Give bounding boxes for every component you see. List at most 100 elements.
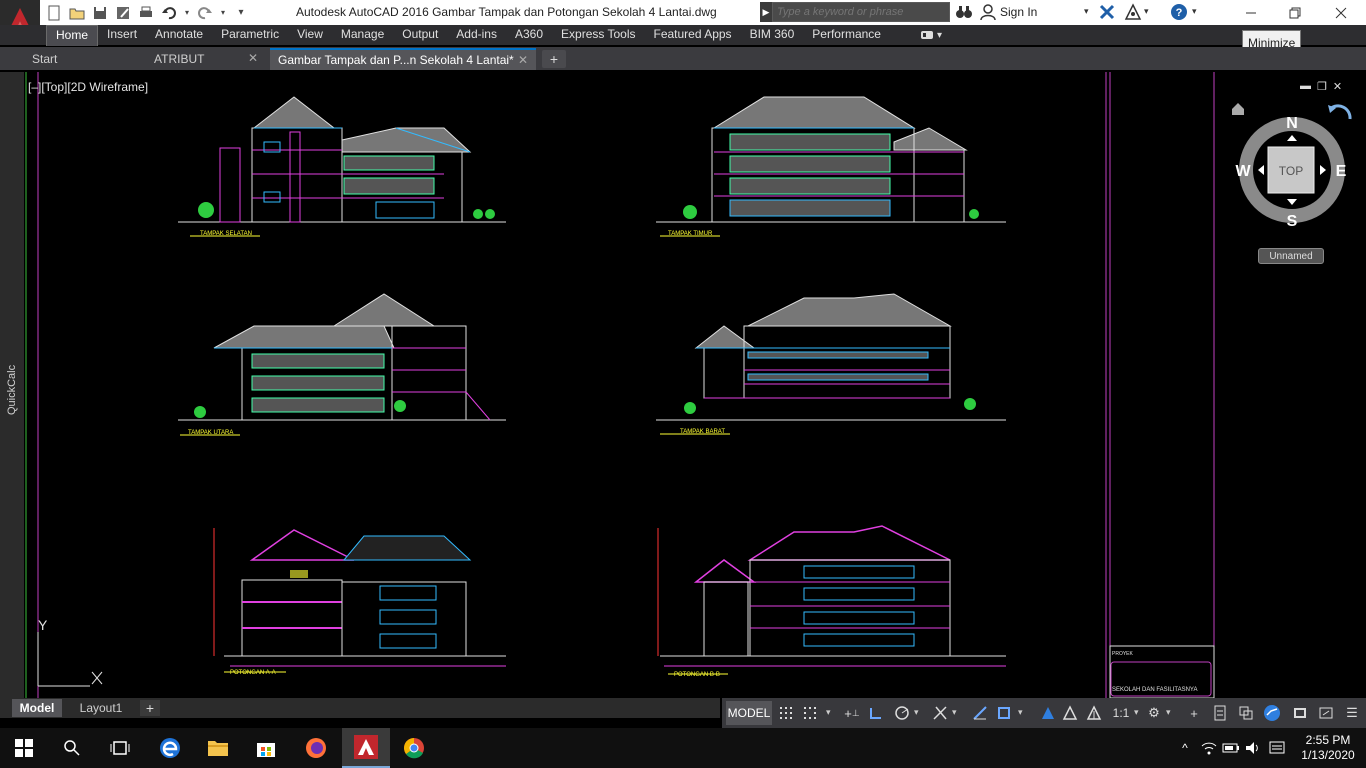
redo-dropdown-icon[interactable]: ▾ [218,3,228,23]
grid-icon[interactable] [776,703,796,723]
search-taskbar-button[interactable] [48,728,96,768]
add-layout-button[interactable]: + [140,700,160,716]
show-hidden-icons-chevron-icon[interactable]: ^ [1176,738,1194,758]
doc-tab-current[interactable]: Gambar Tampak dan P...n Sekolah 4 Lantai… [270,48,536,70]
print-icon[interactable] [136,3,156,23]
file-explorer-taskbar-button[interactable] [194,728,242,768]
undo-icon[interactable] [159,3,179,23]
search-input[interactable] [772,2,950,22]
close-icon[interactable]: ✕ [248,51,258,65]
windows-logo-icon [15,739,33,757]
save-as-icon[interactable] [113,3,133,23]
doc-tab-atribut[interactable]: ATRIBUT ✕ [146,48,266,70]
tab-featured-apps[interactable]: Featured Apps [645,25,741,45]
annotation-visibility-icon[interactable] [1038,703,1058,723]
task-view-button[interactable] [96,728,144,768]
polar-tracking-icon[interactable] [892,703,912,723]
tab-bim-360[interactable]: BIM 360 [741,25,804,45]
undo-dropdown-icon[interactable]: ▾ [182,3,192,23]
tab-a360[interactable]: A360 [506,25,552,45]
snap-caret-icon[interactable]: ▾ [826,707,831,718]
object-snap-caret-icon[interactable]: ▾ [1018,707,1023,718]
tab-annotate[interactable]: Annotate [146,25,212,45]
chrome-taskbar-button[interactable] [390,728,438,768]
volume-icon[interactable] [1244,738,1262,758]
gear-icon[interactable]: ⚙ [1144,703,1164,723]
tab-performance[interactable]: Performance [803,25,890,45]
viewcube[interactable]: TOP N S W E [1230,75,1360,270]
input-language-icon[interactable] [1268,738,1286,758]
workspace-caret-icon[interactable]: ▾ [1166,707,1171,718]
customization-menu-icon[interactable]: ☰ [1342,703,1362,723]
isolate-objects-icon[interactable] [1236,703,1256,723]
close-button[interactable] [1318,0,1364,25]
wifi-icon[interactable] [1200,738,1218,758]
open-icon[interactable] [67,3,87,23]
infer-constraints-icon[interactable]: + ⊥ [842,703,862,723]
model-space-button[interactable]: MODEL [726,701,772,725]
tab-express-tools[interactable]: Express Tools [552,25,644,45]
clean-screen-icon[interactable] [1290,703,1310,723]
isodraft-icon[interactable] [930,703,950,723]
object-snap-tracking-icon[interactable] [970,703,990,723]
autocad-taskbar-button[interactable] [342,728,390,768]
folder-icon [208,741,228,756]
a360-icon[interactable] [1124,3,1142,21]
scale-caret-icon[interactable]: ▾ [1134,707,1139,718]
exchange-apps-icon[interactable] [1098,3,1116,21]
tab-add-ins[interactable]: Add-ins [447,25,506,45]
customize-toolbar-icon[interactable]: ▾ [231,3,251,23]
a360-caret-icon[interactable]: ▾ [1144,6,1149,17]
sign-in-label: Sign In [1000,5,1038,19]
scale-value[interactable]: 1:1 [1108,703,1134,723]
tab-parametric[interactable]: Parametric [212,25,288,45]
ucs-menu-button[interactable]: Unnamed [1258,248,1324,264]
hardware-acceleration-icon[interactable] [1262,703,1282,723]
lineweight-icon[interactable] [1210,703,1230,723]
viewport-controls-label[interactable]: [–][Top][2D Wireframe] [28,80,148,94]
plus-icon[interactable]: + [1184,703,1204,723]
isodraft-caret-icon[interactable]: ▾ [952,707,957,718]
store-taskbar-button[interactable] [242,728,290,768]
edge-taskbar-button[interactable] [146,728,194,768]
section-potongan-b-b: POTONGAN B-B [657,525,1006,678]
layout-tab-layout1[interactable]: Layout1 [68,699,134,717]
tab-view[interactable]: View [288,25,332,45]
snap-mode-icon[interactable] [800,703,820,723]
tab-output[interactable]: Output [393,25,447,45]
tab-insert[interactable]: Insert [98,25,146,45]
clock-date: 1/13/2020 [1301,748,1355,762]
save-icon[interactable] [90,3,110,23]
sign-in-caret-icon[interactable]: ▾ [1084,6,1089,17]
autoscale-icon[interactable] [1060,703,1080,723]
object-snap-icon[interactable] [994,703,1014,723]
layout-tab-model[interactable]: Model [12,699,62,717]
quickcalc-label[interactable]: QuickCalc [0,360,24,420]
battery-icon[interactable] [1222,738,1240,758]
new-tab-button[interactable]: + [542,50,566,68]
firefox-taskbar-button[interactable] [292,728,340,768]
help-icon[interactable]: ? [1170,3,1188,21]
fullscreen-icon[interactable] [1316,703,1336,723]
restore-button[interactable] [1272,0,1318,25]
redo-icon[interactable] [195,3,215,23]
close-icon[interactable]: ✕ [518,53,528,67]
tab-home[interactable]: Home [46,25,99,46]
taskbar-clock[interactable]: 2:55 PM 1/13/2020 [1296,733,1360,763]
title-block-proyek-value: SEKOLAH DAN FASILITASNYA [1112,687,1197,693]
svg-text:?: ? [1176,7,1183,19]
help-caret-icon[interactable]: ▾ [1192,6,1197,17]
annotation-scale-icon[interactable] [1084,703,1104,723]
binoculars-icon[interactable] [955,3,973,21]
new-icon[interactable] [44,3,64,23]
minimize-button[interactable] [1228,0,1274,25]
polar-caret-icon[interactable]: ▾ [914,707,919,718]
ortho-icon[interactable] [866,703,886,723]
windows-start-button[interactable] [0,728,48,768]
search-expand-icon[interactable]: ▶ [760,2,772,22]
tab-manage[interactable]: Manage [332,25,393,45]
ribbon-minimize-toggle[interactable]: ▾ [920,27,948,43]
doc-tab-start[interactable]: Start [24,48,144,70]
sign-in-button[interactable]: Sign In [980,2,1037,22]
chrome-icon [404,738,424,759]
